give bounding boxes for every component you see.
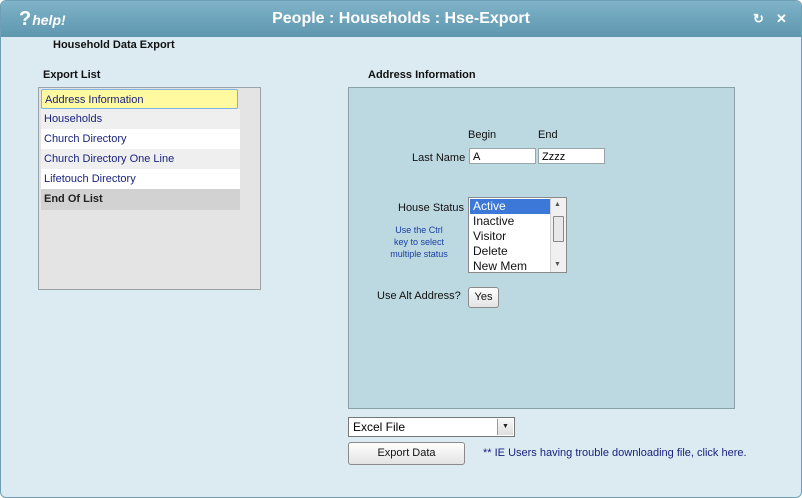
scroll-down-icon[interactable]: ▼ bbox=[554, 261, 561, 268]
export-list-item-lifetouch-directory[interactable]: Lifetouch Directory bbox=[41, 169, 240, 189]
export-list-item-address-information[interactable]: Address Information bbox=[41, 89, 238, 109]
end-label: End bbox=[538, 129, 558, 141]
house-status-option-delete[interactable]: Delete bbox=[470, 244, 553, 259]
chevron-down-icon[interactable]: ▼ bbox=[497, 419, 513, 435]
export-list-item-church-directory[interactable]: Church Directory bbox=[41, 129, 240, 149]
scroll-thumb[interactable] bbox=[553, 216, 564, 242]
hint-line: key to select bbox=[393, 237, 445, 247]
alt-address-label: Use Alt Address? bbox=[377, 290, 461, 302]
export-list-end-of-list: End Of List bbox=[41, 189, 240, 210]
hint-line: multiple status bbox=[390, 249, 448, 259]
house-status-scrollbar[interactable]: ▲ ▼ bbox=[550, 198, 566, 272]
export-format-value: Excel File bbox=[353, 420, 406, 434]
export-data-button[interactable]: Export Data bbox=[348, 442, 465, 465]
house-status-label: House Status bbox=[398, 202, 465, 214]
export-list: Address Information Households Church Di… bbox=[38, 87, 261, 290]
house-status-listbox[interactable]: Active Inactive Visitor Delete New Mem ▲… bbox=[468, 197, 567, 273]
address-information-heading: Address Information bbox=[368, 69, 476, 81]
house-status-hint: Use the Ctrl key to select multiple stat… bbox=[373, 224, 465, 260]
house-status-option-active[interactable]: Active bbox=[470, 199, 553, 214]
last-name-begin-input[interactable]: A bbox=[469, 148, 536, 164]
last-name-end-input[interactable]: Zzzz bbox=[538, 148, 605, 164]
house-status-option-inactive[interactable]: Inactive bbox=[470, 214, 553, 229]
export-format-select[interactable]: Excel File ▼ bbox=[348, 417, 515, 437]
page-heading: Household Data Export bbox=[53, 39, 175, 51]
house-status-option-new-mem[interactable]: New Mem bbox=[470, 259, 553, 272]
export-list-label: Export List bbox=[43, 69, 101, 81]
last-name-label: Last Name bbox=[412, 152, 466, 164]
alt-address-yes-button[interactable]: Yes bbox=[468, 287, 499, 308]
ie-download-help-link[interactable]: ** IE Users having trouble downloading f… bbox=[483, 447, 747, 459]
scroll-up-icon[interactable]: ▲ bbox=[554, 201, 561, 208]
house-status-option-visitor[interactable]: Visitor bbox=[470, 229, 553, 244]
titlebar: ?help! People : Households : Hse-Export … bbox=[1, 1, 801, 37]
close-icon[interactable]: ✕ bbox=[776, 11, 787, 27]
export-list-item-households[interactable]: Households bbox=[41, 109, 240, 129]
hint-line: Use the Ctrl bbox=[395, 225, 443, 235]
export-window: ?help! People : Households : Hse-Export … bbox=[0, 0, 802, 498]
export-list-item-church-directory-one-line[interactable]: Church Directory One Line bbox=[41, 149, 240, 169]
begin-label: Begin bbox=[468, 129, 497, 141]
refresh-icon[interactable]: ↻ bbox=[753, 11, 764, 27]
window-title: People : Households : Hse-Export bbox=[272, 10, 530, 27]
